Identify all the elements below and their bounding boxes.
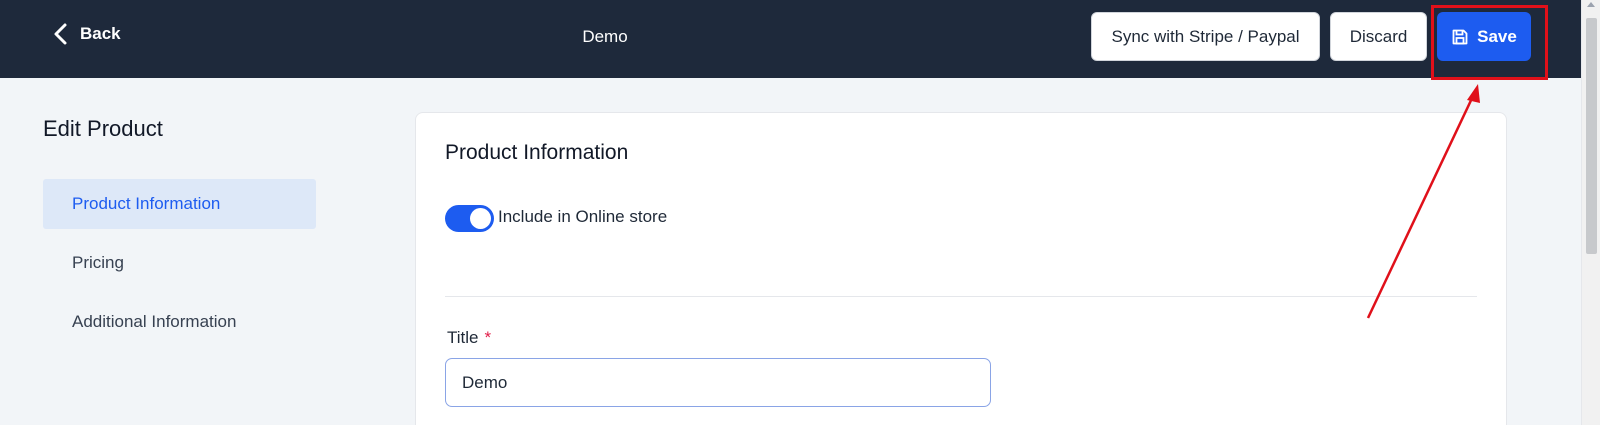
sidebar-item-product-information[interactable]: Product Information	[43, 179, 316, 229]
vertical-scrollbar[interactable]	[1581, 0, 1600, 425]
sidebar-item-label: Pricing	[72, 253, 124, 272]
title-input[interactable]	[445, 358, 991, 407]
page-title: Demo	[582, 26, 628, 46]
section-divider	[445, 296, 1477, 297]
online-store-toggle-label: Include in Online store	[498, 207, 668, 226]
save-label: Save	[1477, 26, 1517, 46]
sidebar-heading: Edit Product	[43, 116, 163, 141]
sync-button[interactable]: Sync with Stripe / Paypal	[1091, 12, 1320, 61]
top-bar: Back Demo Sync with Stripe / Paypal Disc…	[0, 0, 1581, 78]
required-marker: *	[484, 328, 492, 347]
sidebar-item-additional-information[interactable]: Additional Information	[43, 297, 316, 347]
title-field-label: Title *	[447, 328, 491, 348]
title-label-text: Title	[447, 328, 479, 347]
discard-button[interactable]: Discard	[1330, 12, 1427, 61]
sidebar-item-pricing[interactable]: Pricing	[43, 238, 316, 288]
arrowhead-icon	[1467, 84, 1480, 103]
sidebar-item-label: Product Information	[72, 194, 221, 213]
scroll-up-arrow-icon[interactable]	[1587, 2, 1595, 7]
section-title: Product Information	[445, 141, 629, 164]
scrollbar-thumb[interactable]	[1586, 18, 1597, 254]
sidebar-item-label: Additional Information	[72, 312, 237, 331]
toggle-knob	[470, 208, 491, 229]
save-button[interactable]: Save	[1437, 12, 1531, 61]
floppy-disk-icon	[1452, 29, 1468, 44]
online-store-toggle[interactable]	[445, 205, 494, 232]
